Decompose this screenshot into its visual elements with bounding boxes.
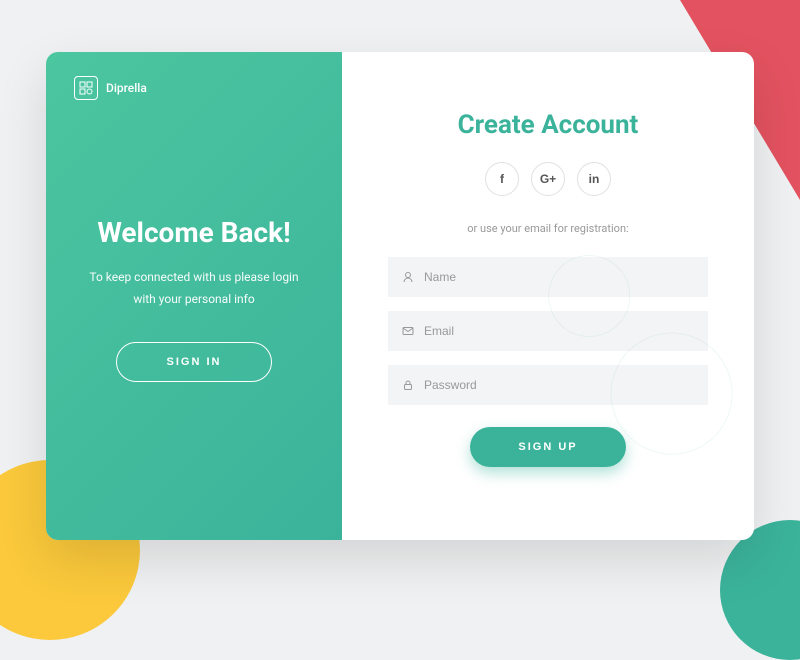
- create-account-title: Create Account: [388, 110, 708, 140]
- lock-icon: [402, 379, 414, 391]
- google-icon: G+: [540, 172, 556, 186]
- signin-button[interactable]: SIGN IN: [116, 342, 272, 382]
- welcome-subtitle: To keep connected with us please login w…: [74, 267, 314, 310]
- user-icon: [402, 271, 414, 283]
- linkedin-button[interactable]: in: [577, 162, 611, 196]
- email-field-wrapper: [388, 311, 708, 351]
- brand-name: Diprella: [106, 81, 147, 95]
- email-input[interactable]: [424, 324, 694, 338]
- decor-circle-teal: [720, 520, 800, 660]
- logo: Diprella: [74, 76, 314, 100]
- auth-card: Diprella Welcome Back! To keep connected…: [46, 52, 754, 540]
- welcome-title: Welcome Back!: [74, 216, 314, 249]
- linkedin-icon: in: [589, 172, 600, 186]
- name-field-wrapper: [388, 257, 708, 297]
- google-button[interactable]: G+: [531, 162, 565, 196]
- password-field-wrapper: [388, 365, 708, 405]
- welcome-panel: Diprella Welcome Back! To keep connected…: [46, 52, 342, 540]
- facebook-button[interactable]: f: [485, 162, 519, 196]
- social-row: f G+ in: [388, 162, 708, 196]
- logo-icon: [74, 76, 98, 100]
- name-input[interactable]: [424, 270, 694, 284]
- signup-panel: Create Account f G+ in or use your email…: [342, 52, 754, 540]
- facebook-icon: f: [500, 172, 504, 186]
- password-input[interactable]: [424, 378, 694, 392]
- divider-text: or use your email for registration:: [388, 222, 708, 235]
- mail-icon: [402, 325, 414, 337]
- signup-button[interactable]: SIGN UP: [470, 427, 626, 467]
